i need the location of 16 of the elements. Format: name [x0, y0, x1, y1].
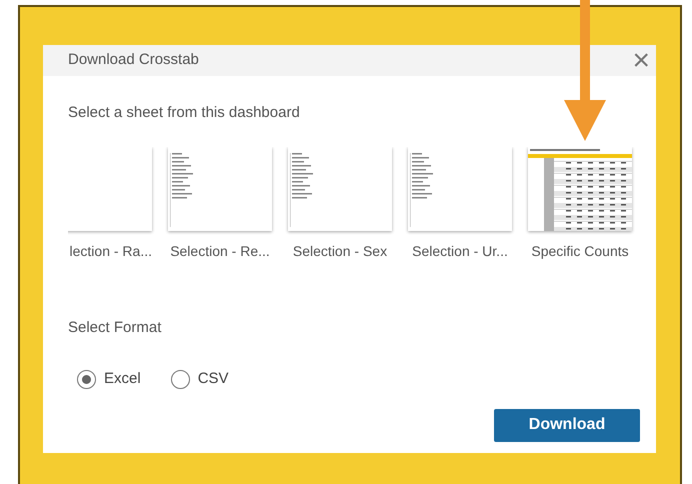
sheet-label[interactable]: Specific Counts	[531, 241, 629, 262]
sheet-prompt: Select a sheet from this dashboard	[68, 104, 300, 121]
format-prompt: Select Format	[68, 319, 162, 336]
format-radio[interactable]: CSV	[170, 368, 229, 390]
sheet-thumbnail[interactable]	[288, 147, 392, 231]
sheet-label[interactable]: Selection - Sex	[292, 241, 388, 262]
sheet-thumbnail[interactable]	[408, 147, 512, 231]
close-button[interactable]: ×	[628, 46, 654, 76]
format-radio[interactable]: Excel	[77, 368, 141, 390]
sheet-thumbnail[interactable]	[528, 147, 632, 231]
sheet-label[interactable]: Selection - Re...	[170, 241, 270, 262]
sheet-label[interactable]: Selection - Ur...	[412, 241, 508, 262]
dialog-title: Download Crosstab	[68, 50, 199, 70]
download-button[interactable]: Download	[494, 408, 640, 442]
sheet-label[interactable]: lection - Ra...	[70, 241, 152, 262]
sheet-thumbnail[interactable]	[168, 147, 272, 231]
